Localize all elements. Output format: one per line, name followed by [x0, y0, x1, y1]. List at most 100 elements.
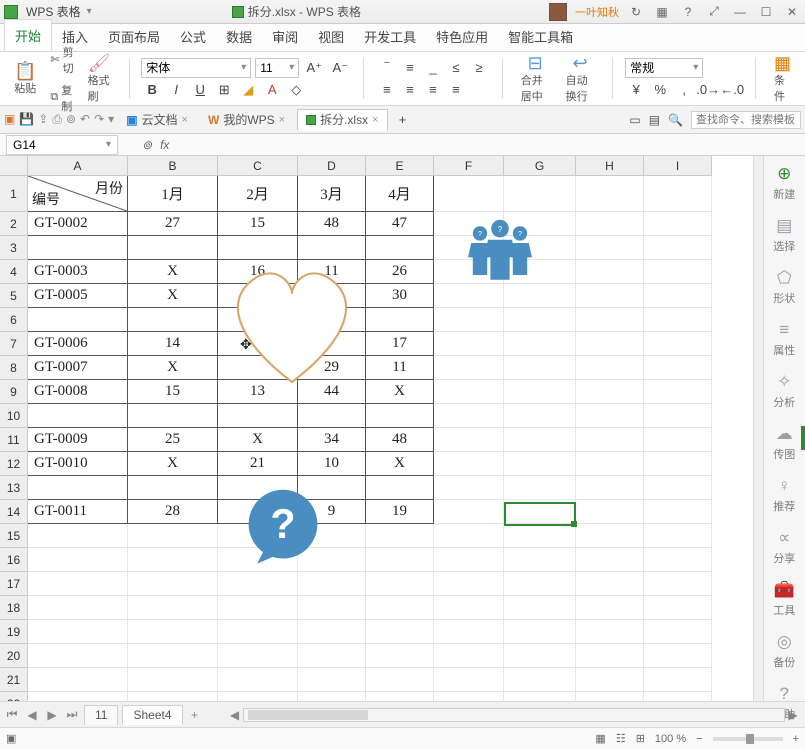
sidebar-item-新建[interactable]: ⊕新建	[773, 164, 795, 202]
cell[interactable]	[28, 524, 128, 548]
cut-button[interactable]: ✄剪切	[46, 42, 77, 78]
currency-icon[interactable]: ¥	[625, 80, 647, 100]
cell[interactable]	[218, 236, 298, 260]
align-middle-icon[interactable]: ≡	[399, 58, 421, 78]
menu-tab-review[interactable]: 审阅	[262, 21, 308, 51]
cell[interactable]	[434, 428, 504, 452]
align-center-icon[interactable]: ≡	[399, 80, 421, 100]
username[interactable]: 一叶知秋	[575, 4, 619, 20]
sidebar-item-分析[interactable]: ✧分析	[773, 372, 795, 410]
redo-icon[interactable]: ↷	[94, 112, 104, 127]
cell[interactable]: 48	[298, 212, 366, 236]
cell[interactable]	[366, 548, 434, 572]
row-header[interactable]: 13	[0, 476, 28, 500]
toolbox-icon[interactable]: ▭	[629, 113, 640, 127]
cell[interactable]	[434, 596, 504, 620]
cell[interactable]	[128, 692, 218, 701]
cell[interactable]	[434, 644, 504, 668]
cell[interactable]	[366, 404, 434, 428]
cell[interactable]: 3月	[298, 176, 366, 212]
merge-center-button[interactable]: ⊟合并居中	[515, 52, 556, 106]
sidebar-item-属性[interactable]: ≡属性	[773, 320, 795, 358]
cell[interactable]	[366, 308, 434, 332]
cell[interactable]	[298, 668, 366, 692]
people-shape[interactable]: ? ? ?	[460, 216, 540, 286]
row-header[interactable]: 11	[0, 428, 28, 452]
row-header[interactable]: 22	[0, 692, 28, 701]
doctab-mywps[interactable]: W我的WPS×	[200, 109, 293, 131]
cell[interactable]	[28, 596, 128, 620]
justify-icon[interactable]: ≡	[445, 80, 467, 100]
conditional-format-button[interactable]: ▦条件	[768, 52, 797, 106]
cell[interactable]	[28, 476, 128, 500]
user-avatar[interactable]	[549, 3, 567, 21]
cell[interactable]	[434, 548, 504, 572]
cell[interactable]	[298, 644, 366, 668]
cell[interactable]: 27	[128, 212, 218, 236]
cell[interactable]	[504, 380, 576, 404]
cell[interactable]	[644, 548, 712, 572]
cell[interactable]	[644, 380, 712, 404]
export-icon[interactable]: ⇪	[38, 112, 48, 127]
row-header[interactable]: 18	[0, 596, 28, 620]
cell[interactable]	[576, 692, 644, 701]
cell[interactable]	[434, 404, 504, 428]
cell[interactable]: 15	[128, 380, 218, 404]
column-header[interactable]: D	[298, 156, 366, 176]
cell[interactable]: 4月	[366, 176, 434, 212]
cell[interactable]: X	[128, 260, 218, 284]
cell[interactable]	[434, 572, 504, 596]
border-button[interactable]: ⊞	[213, 80, 235, 100]
cell[interactable]	[366, 236, 434, 260]
cell[interactable]	[644, 212, 712, 236]
menu-tab-dev[interactable]: 开发工具	[354, 21, 426, 51]
cell[interactable]	[576, 332, 644, 356]
font-family-select[interactable]: 宋体▾	[141, 58, 251, 78]
cell[interactable]	[128, 236, 218, 260]
cell[interactable]	[128, 668, 218, 692]
cell[interactable]: 19	[366, 500, 434, 524]
clear-format-button[interactable]: ◇	[285, 80, 307, 100]
cell[interactable]	[576, 500, 644, 524]
sync-icon[interactable]: ↻	[627, 4, 645, 20]
fx-dialog-icon[interactable]: ⊚	[142, 138, 152, 152]
cell[interactable]	[434, 332, 504, 356]
cell[interactable]	[576, 644, 644, 668]
row-header[interactable]: 8	[0, 356, 28, 380]
row-header[interactable]: 10	[0, 404, 28, 428]
row-header[interactable]: 15	[0, 524, 28, 548]
cell[interactable]	[434, 500, 504, 524]
cell[interactable]	[128, 476, 218, 500]
name-box[interactable]: G14▾	[6, 135, 118, 155]
cell[interactable]	[128, 548, 218, 572]
close-icon[interactable]: ✕	[783, 4, 801, 20]
cell[interactable]	[366, 572, 434, 596]
close-tab-icon[interactable]: ×	[182, 114, 188, 126]
sheet-nav-prev-icon[interactable]: ◀	[24, 708, 40, 722]
column-header[interactable]: B	[128, 156, 218, 176]
sidebar-item-传图[interactable]: ☁传图	[773, 424, 795, 462]
zoom-out-icon[interactable]: −	[696, 733, 702, 745]
menu-tab-special[interactable]: 特色应用	[426, 21, 498, 51]
menu-tab-smart[interactable]: 智能工具箱	[498, 21, 583, 51]
horizontal-scrollbar[interactable]: ◀ ▶	[227, 708, 801, 722]
cell[interactable]	[644, 176, 712, 212]
cell[interactable]: 48	[366, 428, 434, 452]
add-tab-icon[interactable]: +	[392, 110, 414, 130]
row-header[interactable]: 19	[0, 620, 28, 644]
row-header[interactable]: 7	[0, 332, 28, 356]
print-preview-icon[interactable]: ⊚	[66, 112, 76, 127]
menu-tab-view[interactable]: 视图	[308, 21, 354, 51]
open-file-icon[interactable]: ▣	[4, 112, 15, 127]
column-header[interactable]: G	[504, 156, 576, 176]
cell[interactable]	[576, 356, 644, 380]
vertical-scrollbar[interactable]	[753, 156, 763, 701]
cell[interactable]	[128, 308, 218, 332]
cell[interactable]	[576, 176, 644, 212]
indent-increase-icon[interactable]: ≥	[468, 58, 490, 78]
underline-button[interactable]: U	[189, 80, 211, 100]
cell[interactable]: GT-0003	[28, 260, 128, 284]
cell[interactable]	[218, 620, 298, 644]
cell[interactable]	[576, 476, 644, 500]
add-sheet-icon[interactable]: +	[187, 708, 203, 722]
